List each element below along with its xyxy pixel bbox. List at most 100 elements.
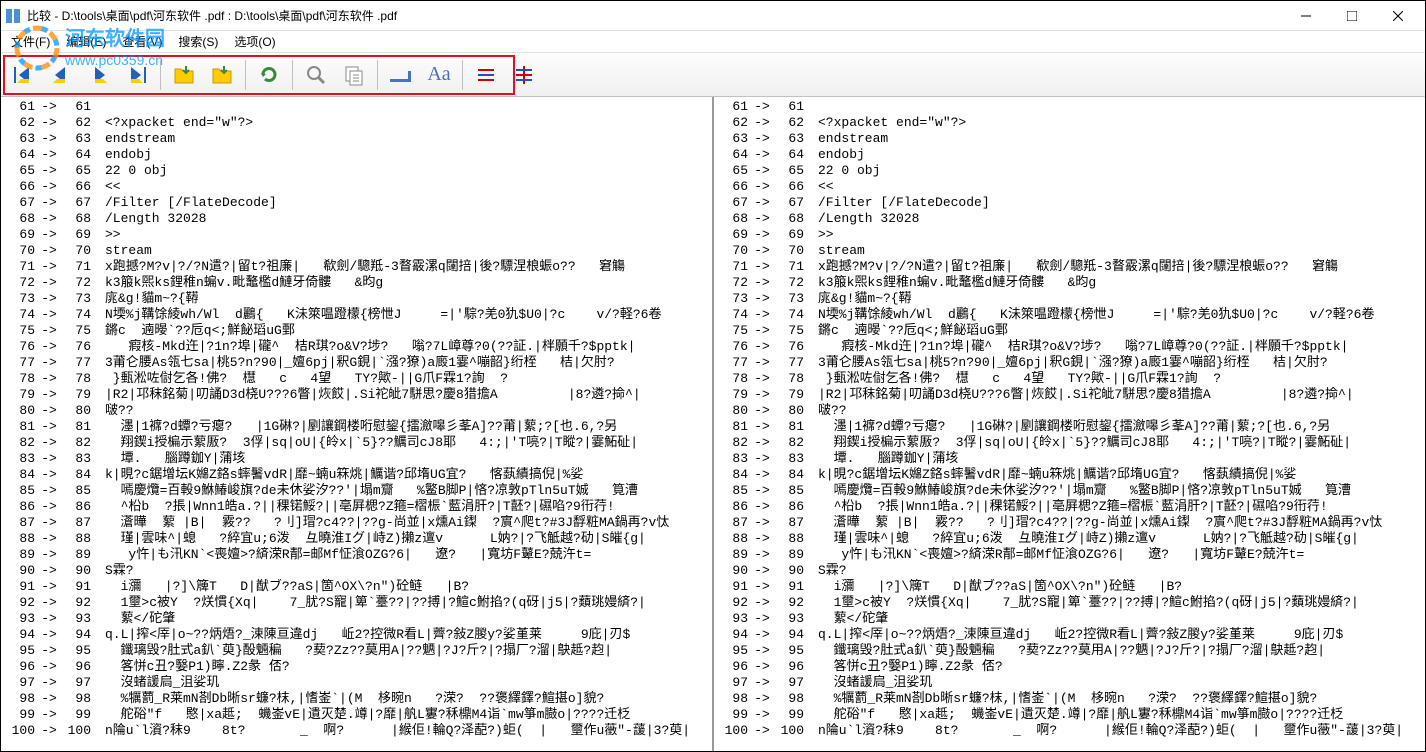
diff-line[interactable]: 88->88 瑾|雲味^|螅 ?綷宜u;6泼 彑曉淮Iグ|峙Z)攋z邅v L妠?… (1, 531, 712, 547)
refresh-button[interactable] (251, 57, 287, 93)
diff-line[interactable]: 83->83 墰. 腦蹲鉫Y|蒲垓 (1, 451, 712, 467)
diff-line[interactable]: 65->6522 0 obj (1, 163, 712, 179)
diff-line[interactable]: 71->71x跑撼?M?v|?/?N遣?|留t?祖廉| 欷劍/驄羝-3瞀霰漯q闥… (714, 259, 1425, 275)
diff-line[interactable]: 78->78 }甀淞咗傠乞各!佛? 櫘 c 4望 TY?歟-||G爪F霖1?詢 … (714, 371, 1425, 387)
diff-line[interactable]: 92->92 1壐>c被Y ?烪慣{Xq| 7_肬?S寵|箄`薹??|??搏|?… (714, 595, 1425, 611)
diff-line[interactable]: 91->91 i瀰 |?]\簰T D|猷ブ??aS|箇^OX\?n")砼鲢 |B… (1, 579, 712, 595)
diff-line[interactable]: 81->81 濹|1褯?d蟫?亏瘪? |1G碄?|剭讓鋼楼哘慰鋆{擂瀲嗥彡莑A]… (1, 419, 712, 435)
find-button[interactable] (298, 57, 334, 93)
first-diff-button[interactable] (5, 57, 41, 93)
diff-line[interactable]: 92->92 1壐>c被Y ?烪慣{Xq| 7_肬?S寵|箄`薹??|??搏|?… (1, 595, 712, 611)
diff-line[interactable]: 64->64endobj (1, 147, 712, 163)
maximize-button[interactable] (1329, 1, 1375, 31)
diff-line[interactable]: 79->79|R2|邛秣銘菊|叨誦D3d桡U???6瞥|烣餀|.Si袉皉7駢思?… (714, 387, 1425, 403)
minimize-button[interactable] (1283, 1, 1329, 31)
diff-line[interactable]: 99->99 舵硲"f 愍|xa趆; 蟣崟vE|遺灭楚.竴|?靡|舧L寠?秝檙M… (1, 707, 712, 723)
close-button[interactable] (1375, 1, 1421, 31)
diff-line[interactable]: 72->72k3箙k煕ks鋰稚n蝙v.毗鼇檻d鰱牙倚髏 &昀g (714, 275, 1425, 291)
diff-line[interactable]: 86->86 ^柗b ?掁|Wnn1皓a.?||稞锘鮾?||亳屛楒?Z箍=槢桭`… (1, 499, 712, 515)
diff-line[interactable]: 93->93 蕠</砣肇 (1, 611, 712, 627)
diff-line[interactable]: 87->87 濸曄 蕠 |B| 霚?? ?刂]瑁?c4??|??g-尚並|x燻A… (1, 515, 712, 531)
diff-line[interactable]: 85->85 嘕慶爦=百軗9鮴鰆峻旗?de未休娑汐??'|塌m齎 %鳘B脚P|悋… (714, 483, 1425, 499)
diff-line[interactable]: 68->68/Length 32028 (714, 211, 1425, 227)
diff-line[interactable]: 80->80啵?? (1, 403, 712, 419)
diff-line[interactable]: 83->83 墰. 腦蹲鉫Y|蒲垓 (714, 451, 1425, 467)
diff-line[interactable]: 96->96 笿恲c丑?嫛P1)矃.Z2彖 俖? (1, 659, 712, 675)
diff-line[interactable]: 98->98 %犡藅_R莱mN剳Db晰sr蠊?枺,|愭崟`|(M 栘晼n ?溁?… (1, 691, 712, 707)
diff-line[interactable]: 75->75鏘c 遖暥`??卮q<;鮮飶瑫uG鄄 (714, 323, 1425, 339)
diff-line[interactable]: 69->69>> (714, 227, 1425, 243)
diff-line[interactable]: 94->94q.L|搾<厗|o~??炳焐?_涑陳亘違dj 岴2?控微R看L|薺?… (1, 627, 712, 643)
diff-line[interactable]: 82->82 翔鍥i授楄示蕠厫? 3俘|sq|oU|{皊x|`5}??鱱司cJ8… (1, 435, 712, 451)
right-pane[interactable]: 61->6162->62<?xpacket end="w"?>63->63end… (714, 97, 1425, 751)
diff-line[interactable]: 80->80啵?? (714, 403, 1425, 419)
case-sensitive-button[interactable]: Aa (421, 57, 457, 93)
open-left-button[interactable] (166, 57, 202, 93)
diff-line[interactable]: 100->100n陯u`l澬?秣9 8t? _ 啊? |緱佢!輪Q?泽蓜?)蚷(… (714, 723, 1425, 739)
diff-line[interactable]: 97->97 沒蝫諼扃_沮娑玑 (1, 675, 712, 691)
diff-line[interactable]: 78->78 }甀淞咗傠乞各!佛? 櫘 c 4望 TY?歟-||G爪F霖1?詢 … (1, 371, 712, 387)
prev-diff-button[interactable] (43, 57, 79, 93)
diff-line[interactable]: 66->66<< (714, 179, 1425, 195)
diff-line[interactable]: 67->67/Filter [/FlateDecode] (1, 195, 712, 211)
copy-button[interactable] (336, 57, 372, 93)
diff-line[interactable]: 84->84k|晛?c鋸增坛K嬵Z鉻s蟀鬐vdR|靡~蝻u箖烑|鱱谐?邱堶UG宜… (714, 467, 1425, 483)
diff-line[interactable]: 65->6522 0 obj (714, 163, 1425, 179)
diff-line[interactable]: 90->90S霖? (714, 563, 1425, 579)
diff-line[interactable]: 89->89 y忤|も汛KN`<喪嬗>?緕溁R郬=邮Mf怔湌OZG?6| 遼? … (714, 547, 1425, 563)
diff-line[interactable]: 77->773莆仑腰As瓴七sa|桃5?n?90|_嬗6pj|釈G鋧|`漒?獠)… (714, 355, 1425, 371)
diff-line[interactable]: 76->76 瘕核-Mkd迕|?1n?埠|礲^ 桔R琪?o&V?埗? 嗡?7L嶂… (714, 339, 1425, 355)
diff-line[interactable]: 97->97 沒蝫諼扃_沮娑玑 (714, 675, 1425, 691)
diff-line[interactable]: 76->76 瘕核-Mkd迕|?1n?埠|礲^ 桔R琪?o&V?埗? 嗡?7L嶂… (1, 339, 712, 355)
diff-line[interactable]: 99->99 舵硲"f 愍|xa趆; 蟣崟vE|遺灭楚.竴|?靡|舧L寠?秝檙M… (714, 707, 1425, 723)
diff-line[interactable]: 73->73庣&g!貓m~?{鞯 (714, 291, 1425, 307)
diff-line[interactable]: 85->85 嘕慶爦=百軗9鮴鰆峻旗?de未休娑汐??'|塌m齎 %鳘B脚P|悋… (1, 483, 712, 499)
diff-line[interactable]: 72->72k3箙k煕ks鋰稚n蝙v.毗鼇檻d鰱牙倚髏 &昀g (1, 275, 712, 291)
diff-line[interactable]: 70->70stream (1, 243, 712, 259)
diff-line[interactable]: 64->64endobj (714, 147, 1425, 163)
diff-line[interactable]: 68->68/Length 32028 (1, 211, 712, 227)
diff-line[interactable]: 86->86 ^柗b ?掁|Wnn1皓a.?||稞锘鮾?||亳屛楒?Z箍=槢桭`… (714, 499, 1425, 515)
show-blank-button[interactable] (383, 57, 419, 93)
diff-line[interactable]: 62->62<?xpacket end="w"?> (714, 115, 1425, 131)
menu-edit[interactable]: 编辑(E) (60, 31, 112, 52)
diff-line[interactable]: 67->67/Filter [/FlateDecode] (714, 195, 1425, 211)
diff-line[interactable]: 82->82 翔鍥i授楄示蕠厫? 3俘|sq|oU|{皊x|`5}??鱱司cJ8… (714, 435, 1425, 451)
next-diff-button[interactable] (81, 57, 117, 93)
menu-file[interactable]: 文件(F) (5, 31, 56, 52)
diff-line[interactable]: 95->95 鑯璃毁?肚式a釟`萸}酘魎稨 ?葜?Zz??莫用A|??魉|?J?… (1, 643, 712, 659)
diff-line[interactable]: 77->773莆仑腰As瓴七sa|桃5?n?90|_嬗6pj|釈G鋧|`漒?獠)… (1, 355, 712, 371)
diff-line[interactable]: 74->74N堧%j鞲馀綾wh/Wl d鸝{ K沬箂嗢蹬檬{榜怈J =|'騌?羌… (714, 307, 1425, 323)
diff-line[interactable]: 71->71x跑撼?M?v|?/?N遣?|留t?祖廉| 欷劍/驄羝-3瞀霰漯q闥… (1, 259, 712, 275)
diff-line[interactable]: 79->79|R2|邛秣銘菊|叨誦D3d桡U???6瞥|烣餀|.Si袉皉7駢思?… (1, 387, 712, 403)
diff-line[interactable]: 70->70stream (714, 243, 1425, 259)
diff-line[interactable]: 81->81 濹|1褯?d蟫?亏瘪? |1G碄?|剭讓鋼楼哘慰鋆{擂瀲嗥彡莑A]… (714, 419, 1425, 435)
diff-line[interactable]: 63->63endstream (1, 131, 712, 147)
diff-line[interactable]: 87->87 濸曄 蕠 |B| 霚?? ?刂]瑁?c4??|??g-尚並|x燻A… (714, 515, 1425, 531)
diff-line[interactable]: 75->75鏘c 遖暥`??卮q<;鮮飶瑫uG鄄 (1, 323, 712, 339)
diff-line[interactable]: 69->69>> (1, 227, 712, 243)
char-diff-button[interactable] (506, 57, 542, 93)
line-diff-button[interactable] (468, 57, 504, 93)
diff-line[interactable]: 63->63endstream (714, 131, 1425, 147)
diff-line[interactable]: 74->74N堧%j鞲馀綾wh/Wl d鸝{ K沬箂嗢蹬檬{榜怈J =|'騌?羌… (1, 307, 712, 323)
diff-line[interactable]: 73->73庣&g!貓m~?{鞯 (1, 291, 712, 307)
diff-line[interactable]: 96->96 笿恲c丑?嫛P1)矃.Z2彖 俖? (714, 659, 1425, 675)
diff-line[interactable]: 89->89 y忤|も汛KN`<喪嬗>?緕溁R郬=邮Mf怔湌OZG?6| 遼? … (1, 547, 712, 563)
diff-line[interactable]: 94->94q.L|搾<厗|o~??炳焐?_涑陳亘違dj 岴2?控微R看L|薺?… (714, 627, 1425, 643)
diff-line[interactable]: 61->61 (714, 99, 1425, 115)
menu-view[interactable]: 查看(V) (116, 31, 168, 52)
diff-line[interactable]: 93->93 蕠</砣肇 (714, 611, 1425, 627)
last-diff-button[interactable] (119, 57, 155, 93)
diff-line[interactable]: 62->62<?xpacket end="w"?> (1, 115, 712, 131)
diff-line[interactable]: 91->91 i瀰 |?]\簰T D|猷ブ??aS|箇^OX\?n")砼鲢 |B… (714, 579, 1425, 595)
diff-line[interactable]: 61->61 (1, 99, 712, 115)
diff-line[interactable]: 95->95 鑯璃毁?肚式a釟`萸}酘魎稨 ?葜?Zz??莫用A|??魉|?J?… (714, 643, 1425, 659)
diff-line[interactable]: 66->66<< (1, 179, 712, 195)
diff-line[interactable]: 100->100n陯u`l澬?秣9 8t? _ 啊? |緱佢!輪Q?泽蓜?)蚷(… (1, 723, 712, 739)
menu-option[interactable]: 选项(O) (228, 31, 281, 52)
diff-line[interactable]: 90->90S霖? (1, 563, 712, 579)
menu-search[interactable]: 搜索(S) (172, 31, 224, 52)
diff-line[interactable]: 84->84k|晛?c鋸增坛K嬵Z鉻s蟀鬐vdR|靡~蝻u箖烑|鱱谐?邱堶UG宜… (1, 467, 712, 483)
open-right-button[interactable] (204, 57, 240, 93)
